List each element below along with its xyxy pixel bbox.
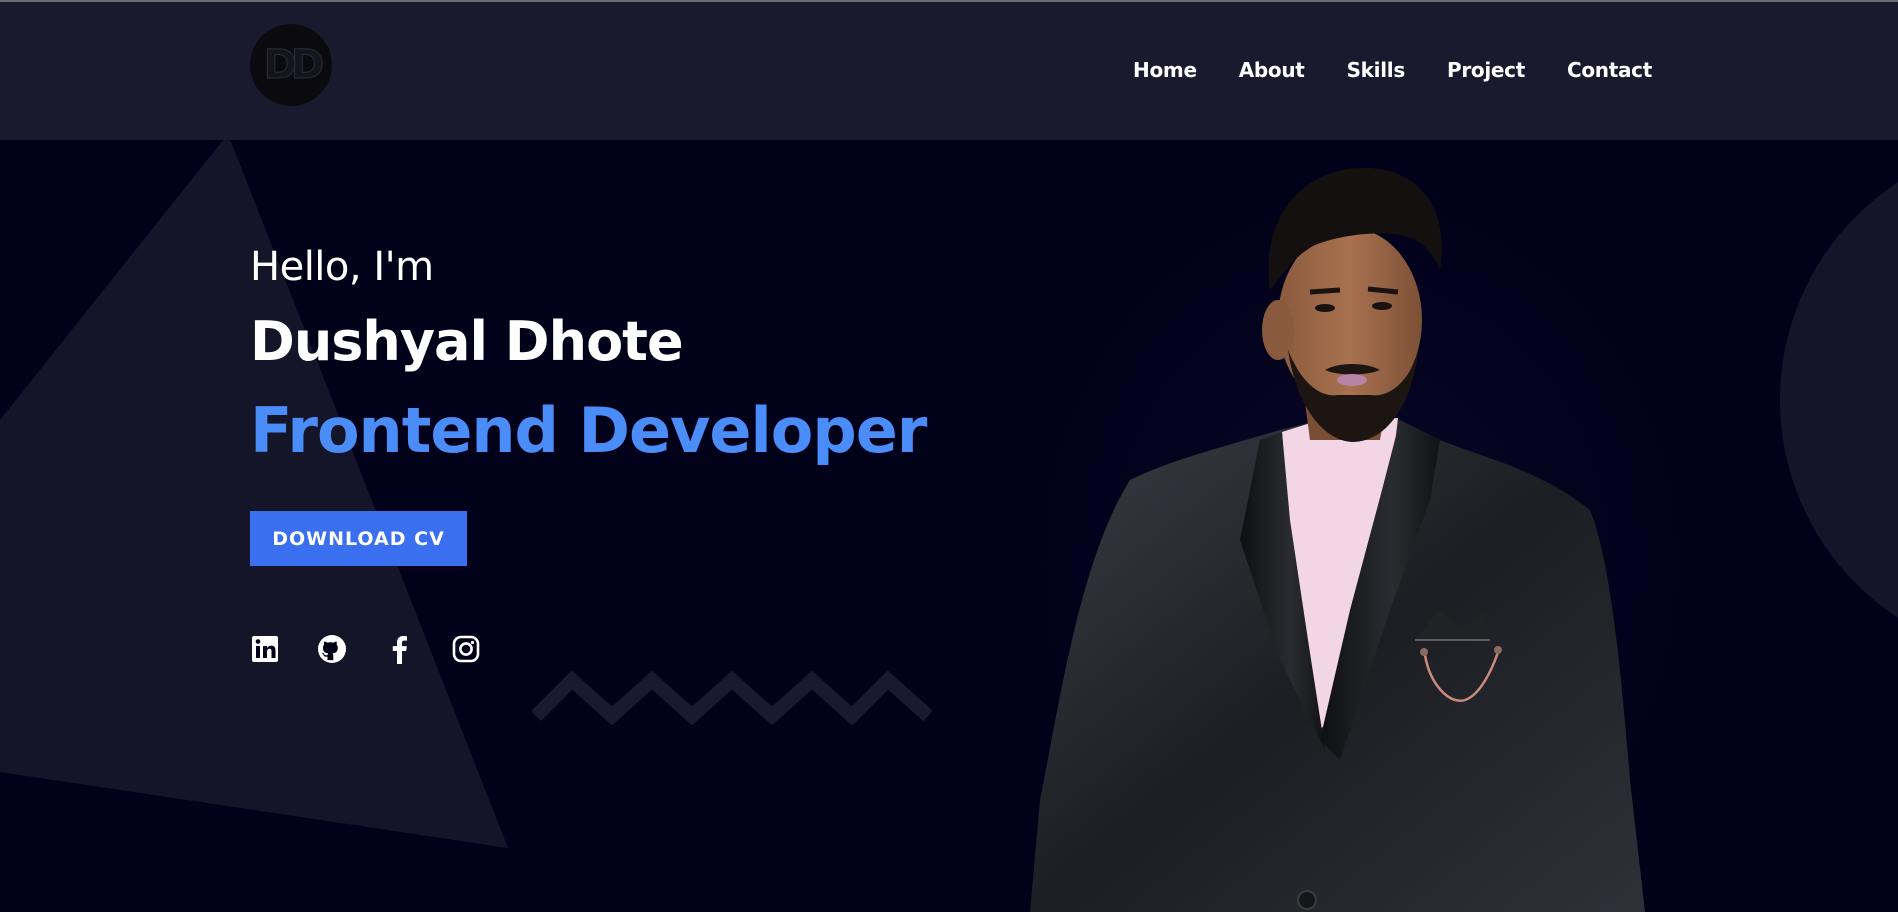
nav-link-home[interactable]: Home — [1133, 58, 1197, 82]
logo-text: DD — [263, 42, 324, 89]
profile-photo — [1020, 140, 1700, 912]
nav-link-contact[interactable]: Contact — [1567, 58, 1652, 82]
nav-link-skills[interactable]: Skills — [1347, 58, 1406, 82]
hero-section: Hello, I'm Dushyal Dhote Frontend Develo… — [0, 140, 1898, 912]
github-icon[interactable] — [317, 634, 347, 664]
facebook-icon[interactable] — [384, 634, 414, 664]
zigzag-shape — [532, 670, 932, 726]
logo[interactable]: DD — [250, 24, 332, 106]
hero-role: Frontend Developer — [250, 394, 927, 467]
circle-shape — [1780, 140, 1898, 660]
nav-link-project[interactable]: Project — [1447, 58, 1525, 82]
social-links — [250, 634, 518, 664]
nav-link-about[interactable]: About — [1239, 58, 1305, 82]
instagram-icon[interactable] — [451, 634, 481, 664]
linkedin-icon[interactable] — [250, 634, 280, 664]
hero-name: Dushyal Dhote — [250, 310, 684, 373]
nav-links: Home About Skills Project Contact — [1091, 58, 1652, 82]
navbar: DD Home About Skills Project Contact — [0, 2, 1898, 140]
download-cv-button[interactable]: DOWNLOAD CV — [250, 511, 467, 566]
hero-greeting: Hello, I'm — [250, 244, 434, 290]
